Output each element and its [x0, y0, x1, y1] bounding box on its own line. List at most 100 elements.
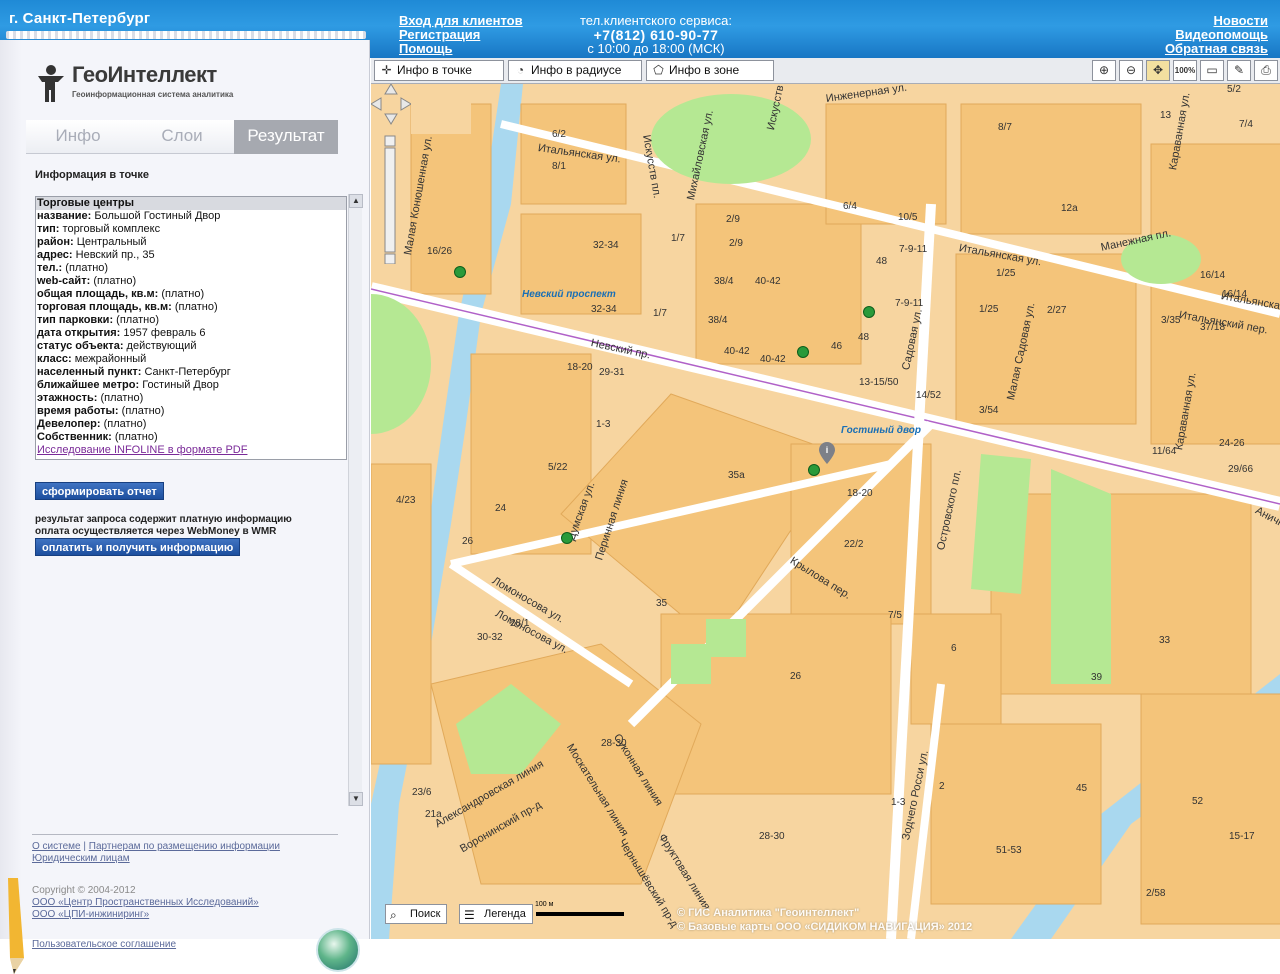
news-link[interactable]: Новости [1165, 14, 1268, 28]
agreement-link[interactable]: Пользовательское соглашение [32, 939, 176, 950]
ruler-icon[interactable]: ▭ [1200, 60, 1224, 81]
house-number: 12а [1061, 203, 1078, 214]
video-help-link[interactable]: Видеопомощь [1165, 28, 1268, 42]
house-number: 51-53 [996, 845, 1022, 856]
org2-link[interactable]: ООО «ЦПИ-инжиниринг» [32, 909, 149, 920]
house-number: 28-30 [601, 738, 627, 749]
block [990, 493, 1252, 695]
scroll-up-icon[interactable]: ▲ [349, 194, 363, 208]
house-number: 32-34 [591, 304, 617, 315]
map-area[interactable]: Инженерная ул. Итальянская ул. Итальянская… [371, 84, 1280, 939]
print-icon[interactable]: ⎙ [1254, 60, 1278, 81]
copyright-line1: © ГИС Аналитика "Геоинтеллект" [677, 907, 860, 919]
radius-icon: ◔ [516, 63, 525, 77]
tab-info[interactable]: Инфо [26, 120, 130, 154]
house-number: 3/54 [979, 405, 999, 416]
info-row: адрес: Невский пр., 35 [36, 249, 346, 262]
logo-figure-icon [38, 65, 64, 102]
house-number: 28-30 [759, 831, 785, 842]
house-number: 6/4 [843, 201, 857, 212]
info-value: (платно) [65, 262, 109, 274]
about-link[interactable]: О системе [32, 841, 81, 852]
logo: ГеоИнтеллект Геоинформационная система а… [36, 62, 236, 106]
clear-icon[interactable]: ✎ [1227, 60, 1251, 81]
legend-button[interactable]: ☰ Легенда [459, 904, 533, 924]
house-number: 29-31 [599, 367, 625, 378]
scale-bar [536, 912, 624, 916]
legal-link[interactable]: Юридическим лицам [32, 853, 130, 864]
info-radius-button[interactable]: ◔ Инфо в радиусе [508, 60, 642, 81]
mall-marker-icon[interactable] [863, 306, 875, 318]
info-key: Девелопер: [37, 418, 101, 430]
zoom-out-icon[interactable]: ⊖ [1119, 60, 1143, 81]
map-zoom-control[interactable] [371, 84, 411, 264]
info-value: (платно) [161, 288, 205, 300]
help-link[interactable]: Помощь [399, 42, 523, 56]
house-number: 1-3 [891, 797, 906, 808]
pdf-report-link[interactable]: Исследование INFOLINE в формате PDF [36, 444, 346, 457]
point-info-box: Торговые центры название: Большой Гостин… [35, 196, 347, 460]
tab-layers[interactable]: Слои [130, 120, 234, 154]
house-number: 22/2 [844, 539, 864, 550]
house-number: 45 [1076, 783, 1088, 794]
info-zone-label: Инфо в зоне [669, 63, 740, 77]
scroll-down-icon[interactable]: ▼ [349, 792, 363, 806]
house-number: 7/5 [888, 610, 902, 621]
globe-logo-icon [316, 928, 360, 972]
create-report-button[interactable]: сформировать отчет [35, 482, 164, 500]
org1-link[interactable]: ООО «Центр Пространственных Исследований… [32, 897, 259, 908]
logo-tagline: Геоинформационная система аналитика [72, 90, 234, 99]
pan-icon[interactable]: ✥ [1146, 60, 1170, 81]
info-value: (платно) [103, 418, 147, 430]
mall-marker-icon[interactable] [454, 266, 466, 278]
block [960, 103, 1142, 235]
info-point-button[interactable]: ✛ Инфо в точке [374, 60, 504, 81]
logo-name: ГеоИнтеллект [72, 62, 217, 87]
mall-marker-icon[interactable] [808, 464, 820, 476]
house-number: 5/22 [548, 462, 568, 473]
mall-marker-icon[interactable] [797, 346, 809, 358]
feedback-link[interactable]: Обратная связь [1165, 42, 1268, 56]
info-key: название: [37, 210, 92, 222]
park [671, 644, 711, 684]
house-number: 14/52 [916, 390, 942, 401]
pan-arrows-icon [371, 84, 411, 125]
metro-station-label: Гостиный двор [841, 425, 921, 436]
info-value: (платно) [121, 405, 165, 417]
zoom-100-button[interactable]: 100% [1173, 60, 1197, 81]
info-value: Санкт-Петербург [144, 366, 231, 378]
zoom-in-icon[interactable]: ⊕ [1092, 60, 1116, 81]
partners-link[interactable]: Партнерам по размещению информации [89, 841, 280, 852]
header-right-links: Новости Видеопомощь Обратная связь [1165, 14, 1268, 56]
info-category: Торговые центры [36, 197, 346, 210]
house-number: 15-17 [1229, 831, 1255, 842]
info-key: торговая площадь, кв.м: [37, 301, 172, 313]
info-zone-button[interactable]: ⬠ Инфо в зоне [646, 60, 774, 81]
tab-result[interactable]: Результат [234, 120, 338, 154]
info-value: 1957 февраль 6 [123, 327, 206, 339]
house-number: 7-9-11 [899, 244, 928, 255]
phone-hours: с 10:00 до 18:00 (МСК) [587, 41, 725, 56]
info-row: время работы: (платно) [36, 405, 346, 418]
house-number: 1/25 [979, 304, 999, 315]
panel-scrollbar[interactable]: ▲ ▼ [348, 194, 363, 806]
house-number: 2/9 [729, 238, 743, 249]
search-button[interactable]: ⌕ Поиск [385, 904, 448, 924]
house-number: 40-42 [724, 346, 750, 357]
login-link[interactable]: Вход для клиентов [399, 14, 523, 28]
selected-point-marker-icon[interactable]: i [819, 442, 835, 464]
register-link[interactable]: Регистрация [399, 28, 523, 42]
paid-info-note: результат запроса содержит платную инфор… [35, 514, 292, 538]
info-row: тип парковки: (платно) [36, 314, 346, 327]
info-row: название: Большой Гостиный Двор [36, 210, 346, 223]
header-client-links: Вход для клиентов Регистрация Помощь [399, 14, 523, 56]
house-number: 24 [495, 503, 507, 514]
house-number: 13-15/50 [859, 377, 899, 388]
house-number: 37/18 [1200, 322, 1226, 333]
mall-marker-icon[interactable] [561, 532, 573, 544]
zone-icon: ⬠ [653, 63, 664, 77]
house-number: 4/23 [396, 495, 416, 506]
park [371, 294, 431, 434]
info-value: Невский пр., 35 [75, 249, 155, 261]
pay-button[interactable]: оплатить и получить информацию [35, 538, 241, 556]
